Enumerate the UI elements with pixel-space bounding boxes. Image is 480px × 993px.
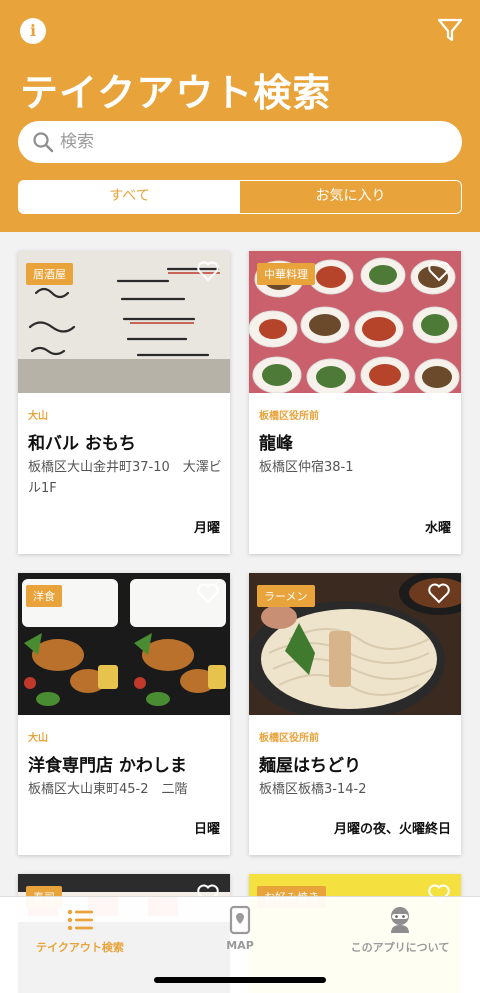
restaurant-name: 麺屋はちどり [259, 756, 361, 776]
area-label: 大山 [28, 733, 48, 744]
heart-icon[interactable] [427, 581, 451, 605]
heart-icon[interactable] [427, 259, 451, 283]
tab-label: このアプリについて [350, 941, 450, 954]
heart-icon[interactable] [196, 581, 220, 605]
home-indicator [154, 977, 326, 983]
closed-days: 月曜の夜、火曜終日 [333, 822, 451, 837]
closed-days: 月曜 [193, 521, 220, 536]
restaurant-name: 龍峰 [259, 434, 293, 454]
tab-map[interactable]: MAP [160, 905, 320, 952]
search-input[interactable] [60, 127, 450, 157]
category-badge: 中華料理 [257, 263, 315, 285]
closed-days: 水曜 [424, 521, 451, 536]
tab-all[interactable]: すべて [19, 181, 240, 213]
closed-days: 日曜 [193, 822, 220, 837]
category-badge: 居酒屋 [26, 263, 73, 285]
search-icon [33, 132, 54, 153]
area-label: 板橋区役所前 [259, 733, 319, 744]
restaurant-name: 和バル おもち [28, 434, 136, 454]
tab-favorites[interactable]: お気に入り [240, 181, 461, 213]
restaurant-card[interactable]: 中華料理 板橋区役所前 龍峰 板橋区仲宿38-1 水曜 [249, 251, 461, 554]
restaurant-card[interactable]: 居酒屋 大山 和バル おもち 板橋区大山金井町37-10 大澤ビル1F 月曜 [18, 251, 230, 554]
category-badge: 洋食 [26, 585, 62, 607]
tab-takeout-search[interactable]: テイクアウト検索 [0, 905, 160, 955]
restaurant-card[interactable]: 洋食 大山 洋食専門店 かわしま 板橋区大山東町45-2 二階 日曜 [18, 573, 230, 855]
restaurant-address: 板橋区板橋3-14-2 [259, 782, 367, 797]
search-bar[interactable] [18, 121, 462, 163]
ninja-icon [391, 907, 409, 933]
map-icon [229, 905, 251, 935]
header: i テイクアウト検索 すべて お気に入り [0, 0, 480, 232]
area-label: 板橋区役所前 [259, 411, 319, 422]
filter-icon[interactable] [436, 16, 464, 44]
tab-about[interactable]: このアプリについて [320, 905, 480, 955]
restaurant-address: 板橋区大山金井町37-10 大澤ビル1F [28, 460, 222, 496]
restaurant-card[interactable]: ラーメン 板橋区役所前 麺屋はちどり 板橋区板橋3-14-2 月曜の夜、火曜終日 [249, 573, 461, 855]
list-icon [67, 909, 93, 931]
segment-control: すべて お気に入り [18, 180, 462, 214]
tab-label: MAP [226, 939, 254, 952]
category-badge: ラーメン [257, 585, 315, 607]
restaurant-address: 板橋区仲宿38-1 [259, 460, 354, 475]
heart-icon[interactable] [196, 259, 220, 283]
tab-label: テイクアウト検索 [36, 941, 124, 954]
info-icon[interactable]: i [20, 18, 46, 44]
area-label: 大山 [28, 411, 48, 422]
restaurant-name: 洋食専門店 かわしま [28, 756, 187, 776]
restaurant-address: 板橋区大山東町45-2 二階 [28, 782, 188, 797]
page-title: テイクアウト検索 [20, 71, 332, 115]
